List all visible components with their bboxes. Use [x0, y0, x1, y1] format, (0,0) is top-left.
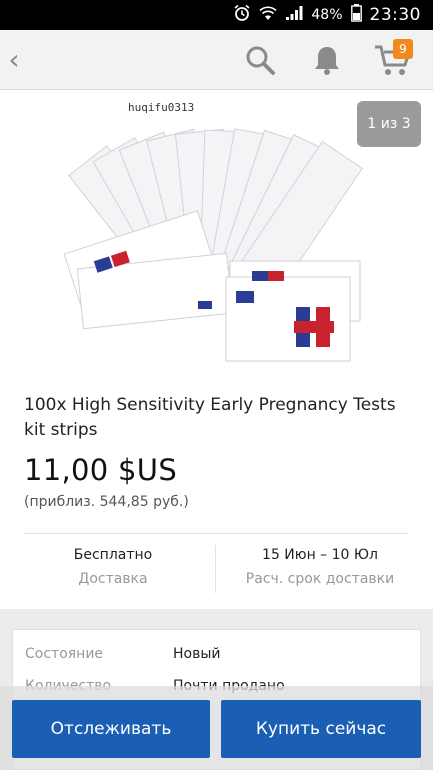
notifications-button[interactable]	[307, 40, 347, 80]
battery-icon	[350, 4, 362, 26]
shipping-cost: Бесплатно Доставка	[18, 547, 208, 587]
product-info: 100x High Sensitivity Early Pregnancy Te…	[0, 373, 433, 609]
delivery-dates-label: Расч. срок доставки	[245, 571, 395, 587]
product-title: 100x High Sensitivity Early Pregnancy Te…	[24, 395, 396, 440]
clock: 23:30	[369, 5, 421, 25]
signal-icon	[285, 5, 303, 25]
alarm-icon	[233, 4, 251, 26]
cart-button[interactable]: 9	[374, 39, 414, 80]
buy-now-button[interactable]: Купить сейчас	[221, 700, 421, 758]
image-counter: 1 из 3	[357, 101, 421, 147]
delivery-estimate: 15 Июн – 10 Юл Расч. срок доставки	[225, 547, 415, 587]
app-bar: ‹ 9	[0, 30, 433, 90]
delivery-dates: 15 Июн – 10 Юл	[262, 547, 378, 563]
bottom-action-bar: Отслеживать Купить сейчас	[0, 686, 433, 770]
shipping-cost-value: Бесплатно	[73, 547, 153, 563]
search-button[interactable]	[240, 40, 280, 80]
battery-percent: 48%	[311, 7, 343, 23]
cart-count-badge: 9	[393, 39, 413, 59]
divider	[24, 533, 408, 534]
product-image-gallery[interactable]: huqifu0313 1 из 3	[0, 91, 433, 373]
status-icons: 48% 23:30	[233, 0, 421, 30]
shipping-cost-label: Доставка	[78, 571, 148, 587]
product-price: 11,00 $US	[24, 453, 178, 487]
bell-icon	[315, 47, 339, 75]
status-bar: 48% 23:30	[0, 0, 433, 30]
spec-key: Состояние	[25, 646, 104, 662]
search-icon	[246, 46, 275, 75]
back-button[interactable]: ‹	[2, 42, 26, 78]
divider	[215, 545, 216, 593]
image-watermark: huqifu0313	[128, 101, 195, 114]
spec-value: Новый	[173, 646, 221, 662]
track-button[interactable]: Отслеживать	[12, 700, 210, 758]
approx-price: (приблиз. 544,85 руб.)	[24, 494, 189, 510]
wifi-icon	[259, 5, 277, 25]
